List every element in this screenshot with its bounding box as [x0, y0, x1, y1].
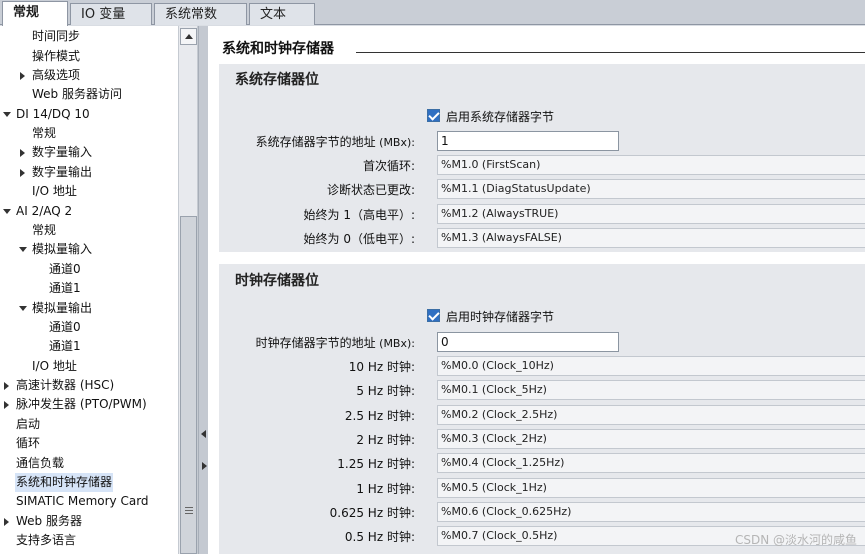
nav-item-system-clock-memory[interactable]: 系统和时钟存储器 — [0, 473, 178, 492]
panel-splitter[interactable] — [198, 26, 208, 554]
always-false-value: %M1.3 (AlwaysFALSE) — [437, 228, 865, 248]
property-tab-bar: 常规 IO 变量 系统常数 文本 — [0, 0, 865, 26]
clock-10hz-value: %M0.0 (Clock_10Hz) — [437, 356, 865, 376]
scroll-up-button[interactable] — [180, 28, 197, 45]
expand-arrow-icon[interactable] — [4, 382, 9, 390]
clock-2-5hz-value: %M0.2 (Clock_2.5Hz) — [437, 405, 865, 425]
nav-item-di-general[interactable]: 常规 — [0, 124, 178, 143]
checkbox-checked-icon[interactable] — [427, 309, 440, 322]
expand-arrow-icon[interactable] — [20, 169, 25, 177]
clock-2-5hz-label: 2.5 Hz 时钟: — [344, 409, 415, 423]
collapse-arrow-icon[interactable] — [3, 112, 11, 117]
scroll-thumb[interactable] — [180, 216, 197, 554]
nav-item-comm-load[interactable]: 通信负载 — [0, 454, 178, 473]
collapse-arrow-icon[interactable] — [19, 306, 27, 311]
clock-1hz-label: 1 Hz 时钟: — [356, 482, 415, 496]
nav-item-operating-mode[interactable]: 操作模式 — [0, 47, 178, 66]
nav-item-memory-card[interactable]: SIMATIC Memory Card — [0, 492, 178, 511]
checkbox-checked-icon[interactable] — [427, 109, 440, 122]
nav-item-ai-general[interactable]: 常规 — [0, 221, 178, 240]
nav-item-startup[interactable]: 启动 — [0, 415, 178, 434]
nav-item-ai-io-address[interactable]: I/O 地址 — [0, 357, 178, 376]
nav-item-digital-outputs[interactable]: 数字量输出 — [0, 163, 178, 182]
always-true-value: %M1.2 (AlwaysTRUE) — [437, 204, 865, 224]
first-scan-label: 首次循环: — [362, 159, 415, 173]
nav-item-ai-channel1[interactable]: 通道1 — [0, 279, 178, 298]
tab-general[interactable]: 常规 — [2, 1, 68, 26]
system-address-label: 系统存储器字节的地址 (MBx): — [255, 135, 415, 149]
clock-5hz-value: %M0.1 (Clock_5Hz) — [437, 380, 865, 400]
nav-item-ai2-aq2[interactable]: AI 2/AQ 2 — [0, 202, 178, 221]
title-divider — [356, 52, 865, 53]
nav-item-time-sync[interactable]: 时间同步 — [0, 27, 178, 46]
navigation-tree: 时间同步 操作模式 高级选项 Web 服务器访问 DI 14/DQ 10 常规 … — [0, 26, 178, 554]
clock-1hz-value: %M0.5 (Clock_1Hz) — [437, 478, 865, 498]
chevron-up-icon — [185, 34, 193, 39]
first-scan-value: %M1.0 (FirstScan) — [437, 155, 865, 175]
clock-2hz-value: %M0.3 (Clock_2Hz) — [437, 429, 865, 449]
page-title: 系统和时钟存储器 — [222, 38, 340, 58]
clock-2hz-label: 2 Hz 时钟: — [356, 433, 415, 447]
clock-0-5hz-label: 0.5 Hz 时钟: — [344, 530, 415, 544]
tab-system-constants[interactable]: 系统常数 — [154, 3, 247, 25]
nav-item-ai-channel0[interactable]: 通道0 — [0, 260, 178, 279]
clock-address-input[interactable]: 0 — [437, 332, 619, 352]
clock-1-25hz-label: 1.25 Hz 时钟: — [337, 457, 415, 471]
expand-arrow-icon[interactable] — [20, 149, 25, 157]
nav-item-di14-dq10[interactable]: DI 14/DQ 10 — [0, 105, 178, 124]
collapse-arrow-icon[interactable] — [19, 247, 27, 252]
nav-item-digital-inputs[interactable]: 数字量输入 — [0, 143, 178, 162]
tab-io-tags[interactable]: IO 变量 — [70, 3, 152, 25]
always-true-label: 始终为 1（高电平）: — [303, 208, 416, 222]
properties-panel: 系统和时钟存储器 系统存储器位 启用系统存储器字节 系统存储器字节的地址 (MB… — [208, 26, 865, 554]
expand-arrow-icon[interactable] — [20, 72, 25, 80]
system-memory-section: 系统存储器位 启用系统存储器字节 系统存储器字节的地址 (MBx): 1 首次循… — [219, 64, 865, 252]
nav-item-cycle[interactable]: 循环 — [0, 434, 178, 453]
expand-right-icon[interactable] — [202, 462, 207, 470]
clock-address-label: 时钟存储器字节的地址 (MBx): — [255, 336, 415, 350]
always-false-label: 始终为 0（低电平）: — [303, 232, 416, 246]
nav-item-hsc[interactable]: 高速计数器 (HSC) — [0, 376, 178, 395]
expand-arrow-icon[interactable] — [4, 401, 9, 409]
section-title-system: 系统存储器位 — [235, 72, 319, 88]
nav-scrollbar[interactable] — [178, 26, 198, 554]
watermark: CSDN @淡水河的咸鱼 — [734, 533, 857, 547]
nav-item-advanced-options[interactable]: 高级选项 — [0, 66, 178, 85]
nav-item-analog-inputs[interactable]: 模拟量输入 — [0, 240, 178, 259]
system-address-input[interactable]: 1 — [437, 131, 619, 151]
nav-item-pto-pwm[interactable]: 脉冲发生器 (PTO/PWM) — [0, 395, 178, 414]
tab-texts[interactable]: 文本 — [249, 3, 315, 25]
nav-item-multilingual[interactable]: 支持多语言 — [0, 531, 178, 550]
diag-status-value: %M1.1 (DiagStatusUpdate) — [437, 179, 865, 199]
nav-item-web-server-access[interactable]: Web 服务器访问 — [0, 85, 178, 104]
expand-arrow-icon[interactable] — [4, 518, 9, 526]
clock-0-625hz-label: 0.625 Hz 时钟: — [329, 506, 415, 520]
nav-item-web-server[interactable]: Web 服务器 — [0, 512, 178, 531]
nav-item-aq-channel1[interactable]: 通道1 — [0, 337, 178, 356]
grip-icon — [185, 507, 193, 508]
clock-memory-section: 时钟存储器位 启用时钟存储器字节 时钟存储器字节的地址 (MBx): 0 10 … — [219, 264, 865, 554]
clock-10hz-label: 10 Hz 时钟: — [348, 360, 415, 374]
nav-item-analog-outputs[interactable]: 模拟量输出 — [0, 299, 178, 318]
nav-item-di-io-address[interactable]: I/O 地址 — [0, 182, 178, 201]
clock-1-25hz-value: %M0.4 (Clock_1.25Hz) — [437, 453, 865, 473]
collapse-left-icon[interactable] — [201, 430, 206, 438]
section-title-clock: 时钟存储器位 — [235, 273, 319, 289]
clock-5hz-label: 5 Hz 时钟: — [356, 384, 415, 398]
nav-item-aq-channel0[interactable]: 通道0 — [0, 318, 178, 337]
clock-0-625hz-value: %M0.6 (Clock_0.625Hz) — [437, 502, 865, 522]
collapse-arrow-icon[interactable] — [3, 209, 11, 214]
diag-status-label: 诊断状态已更改: — [326, 183, 415, 197]
